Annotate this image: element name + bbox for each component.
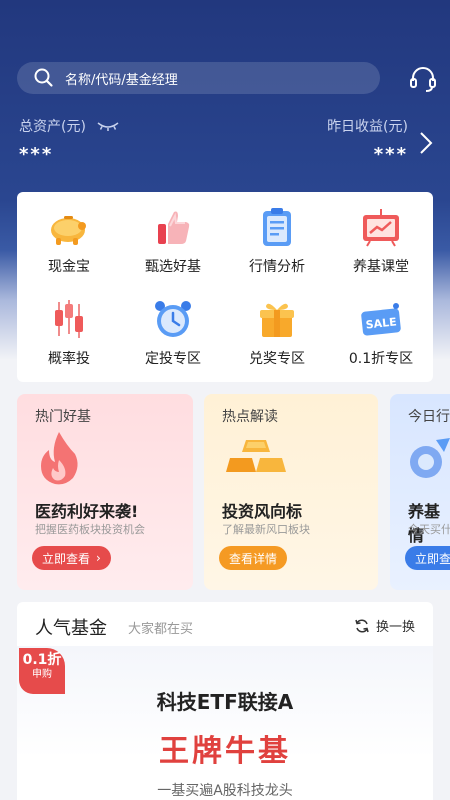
eye-closed-icon[interactable]: [96, 120, 120, 132]
yesterday-earnings-label: 昨日收益(元): [327, 119, 408, 135]
featured-fund[interactable]: 0.1折 申购 科技ETF联接A 王牌牛基 一基买遍A股科技龙头: [17, 646, 433, 800]
grid-item-discount-zone[interactable]: SALE 0.1折专区: [329, 298, 433, 378]
grid-item-cash[interactable]: 现金宝: [17, 206, 121, 286]
grid-label: 概率投: [48, 351, 90, 367]
popular-funds-card: 人气基金 大家都在买 换一换 0.1折 申购 科技ETF联接A 王牌牛基 一基买…: [17, 602, 433, 800]
grid-label: 养基课堂: [353, 259, 409, 275]
promo-tag: 今日行: [408, 409, 450, 425]
sale-tag-icon: SALE: [361, 303, 401, 336]
promo-card-hot-topics[interactable]: 热点解读 投资风向标 了解最新风口板块 查看详情: [204, 394, 378, 590]
view-now-button[interactable]: 立即查看 ›: [32, 546, 111, 570]
refresh-label: 换一换: [375, 620, 415, 635]
promo-title: 投资风向标: [222, 502, 303, 521]
grid-label: 定投专区: [145, 351, 201, 367]
button-label: 立即查: [415, 551, 450, 566]
promo-tag: 热门好基: [35, 409, 91, 425]
chevron-right-icon[interactable]: [418, 130, 434, 156]
yesterday-earnings-value: ***: [373, 144, 408, 165]
gift-icon: [260, 303, 294, 337]
promo-card-hot-funds[interactable]: 热门好基 医药利好来袭! 把握医药板块投资机会 立即查看 ›: [17, 394, 193, 590]
section-subtitle: 大家都在买: [128, 622, 194, 637]
search-icon: [34, 68, 53, 87]
badge-value: 0.1折: [22, 652, 62, 668]
flame-icon: [41, 432, 78, 485]
grid-item-fixed-invest[interactable]: 定投专区: [121, 298, 225, 378]
thumbs-up-icon: [158, 211, 190, 244]
promo-title: 医药利好来袭!: [35, 502, 139, 521]
promo-card-today[interactable]: 今日行 养基情 今天买什 立即查: [390, 394, 450, 590]
total-assets-value: ***: [19, 144, 54, 165]
paper-plane-icon: [410, 438, 450, 478]
view-now-button[interactable]: 立即查: [405, 546, 450, 570]
search-bar[interactable]: 名称/代码/基金经理: [17, 62, 380, 94]
chalkboard-icon: [363, 209, 399, 247]
grid-label: 行情分析: [249, 259, 305, 275]
grid-item-fund-class[interactable]: 养基课堂: [329, 206, 433, 286]
candlestick-icon: [55, 300, 83, 338]
grid-item-prize-redeem[interactable]: 兑奖专区: [225, 298, 329, 378]
view-details-button[interactable]: 查看详情: [219, 546, 288, 570]
chevron-right-icon: ›: [96, 551, 101, 565]
clipboard-icon: [263, 208, 291, 246]
grid-item-selected-funds[interactable]: 甄选好基: [121, 206, 225, 286]
grid-label: 甄选好基: [145, 259, 201, 275]
section-title: 人气基金: [35, 618, 107, 639]
quick-access-grid: 现金宝 甄选好基 行情分析 养基课堂 概率投 定投专区 兑奖专区 SALE 0.…: [17, 192, 433, 382]
piggy-bank-icon: [51, 216, 86, 245]
button-label: 立即查看: [42, 551, 91, 566]
total-assets-label: 总资产(元): [19, 116, 120, 136]
fund-tagline: 王牌牛基: [159, 734, 291, 769]
grid-label: 兑奖专区: [249, 351, 305, 367]
alarm-clock-icon: [155, 301, 191, 337]
fund-description: 一基买遍A股科技龙头: [157, 783, 293, 799]
grid-label: 现金宝: [48, 259, 90, 275]
refresh-button[interactable]: 换一换: [354, 616, 415, 635]
badge-subtext: 申购: [32, 669, 52, 680]
headset-icon[interactable]: [408, 64, 438, 94]
search-placeholder: 名称/代码/基金经理: [65, 72, 178, 88]
promo-tag: 热点解读: [222, 409, 278, 425]
promo-subtitle: 把握医药板块投资机会: [35, 523, 145, 536]
grid-label: 0.1折专区: [348, 351, 414, 367]
grid-item-market-analysis[interactable]: 行情分析: [225, 206, 329, 286]
button-label: 查看详情: [229, 551, 278, 566]
fund-name: 科技ETF联接A: [156, 690, 294, 714]
grid-item-probability-invest[interactable]: 概率投: [17, 298, 121, 378]
promo-subtitle: 今天买什: [408, 523, 450, 536]
gold-bars-icon: [226, 440, 286, 472]
refresh-icon: [355, 618, 369, 633]
total-assets-text: 总资产(元): [19, 119, 86, 135]
promo-subtitle: 了解最新风口板块: [222, 523, 310, 536]
